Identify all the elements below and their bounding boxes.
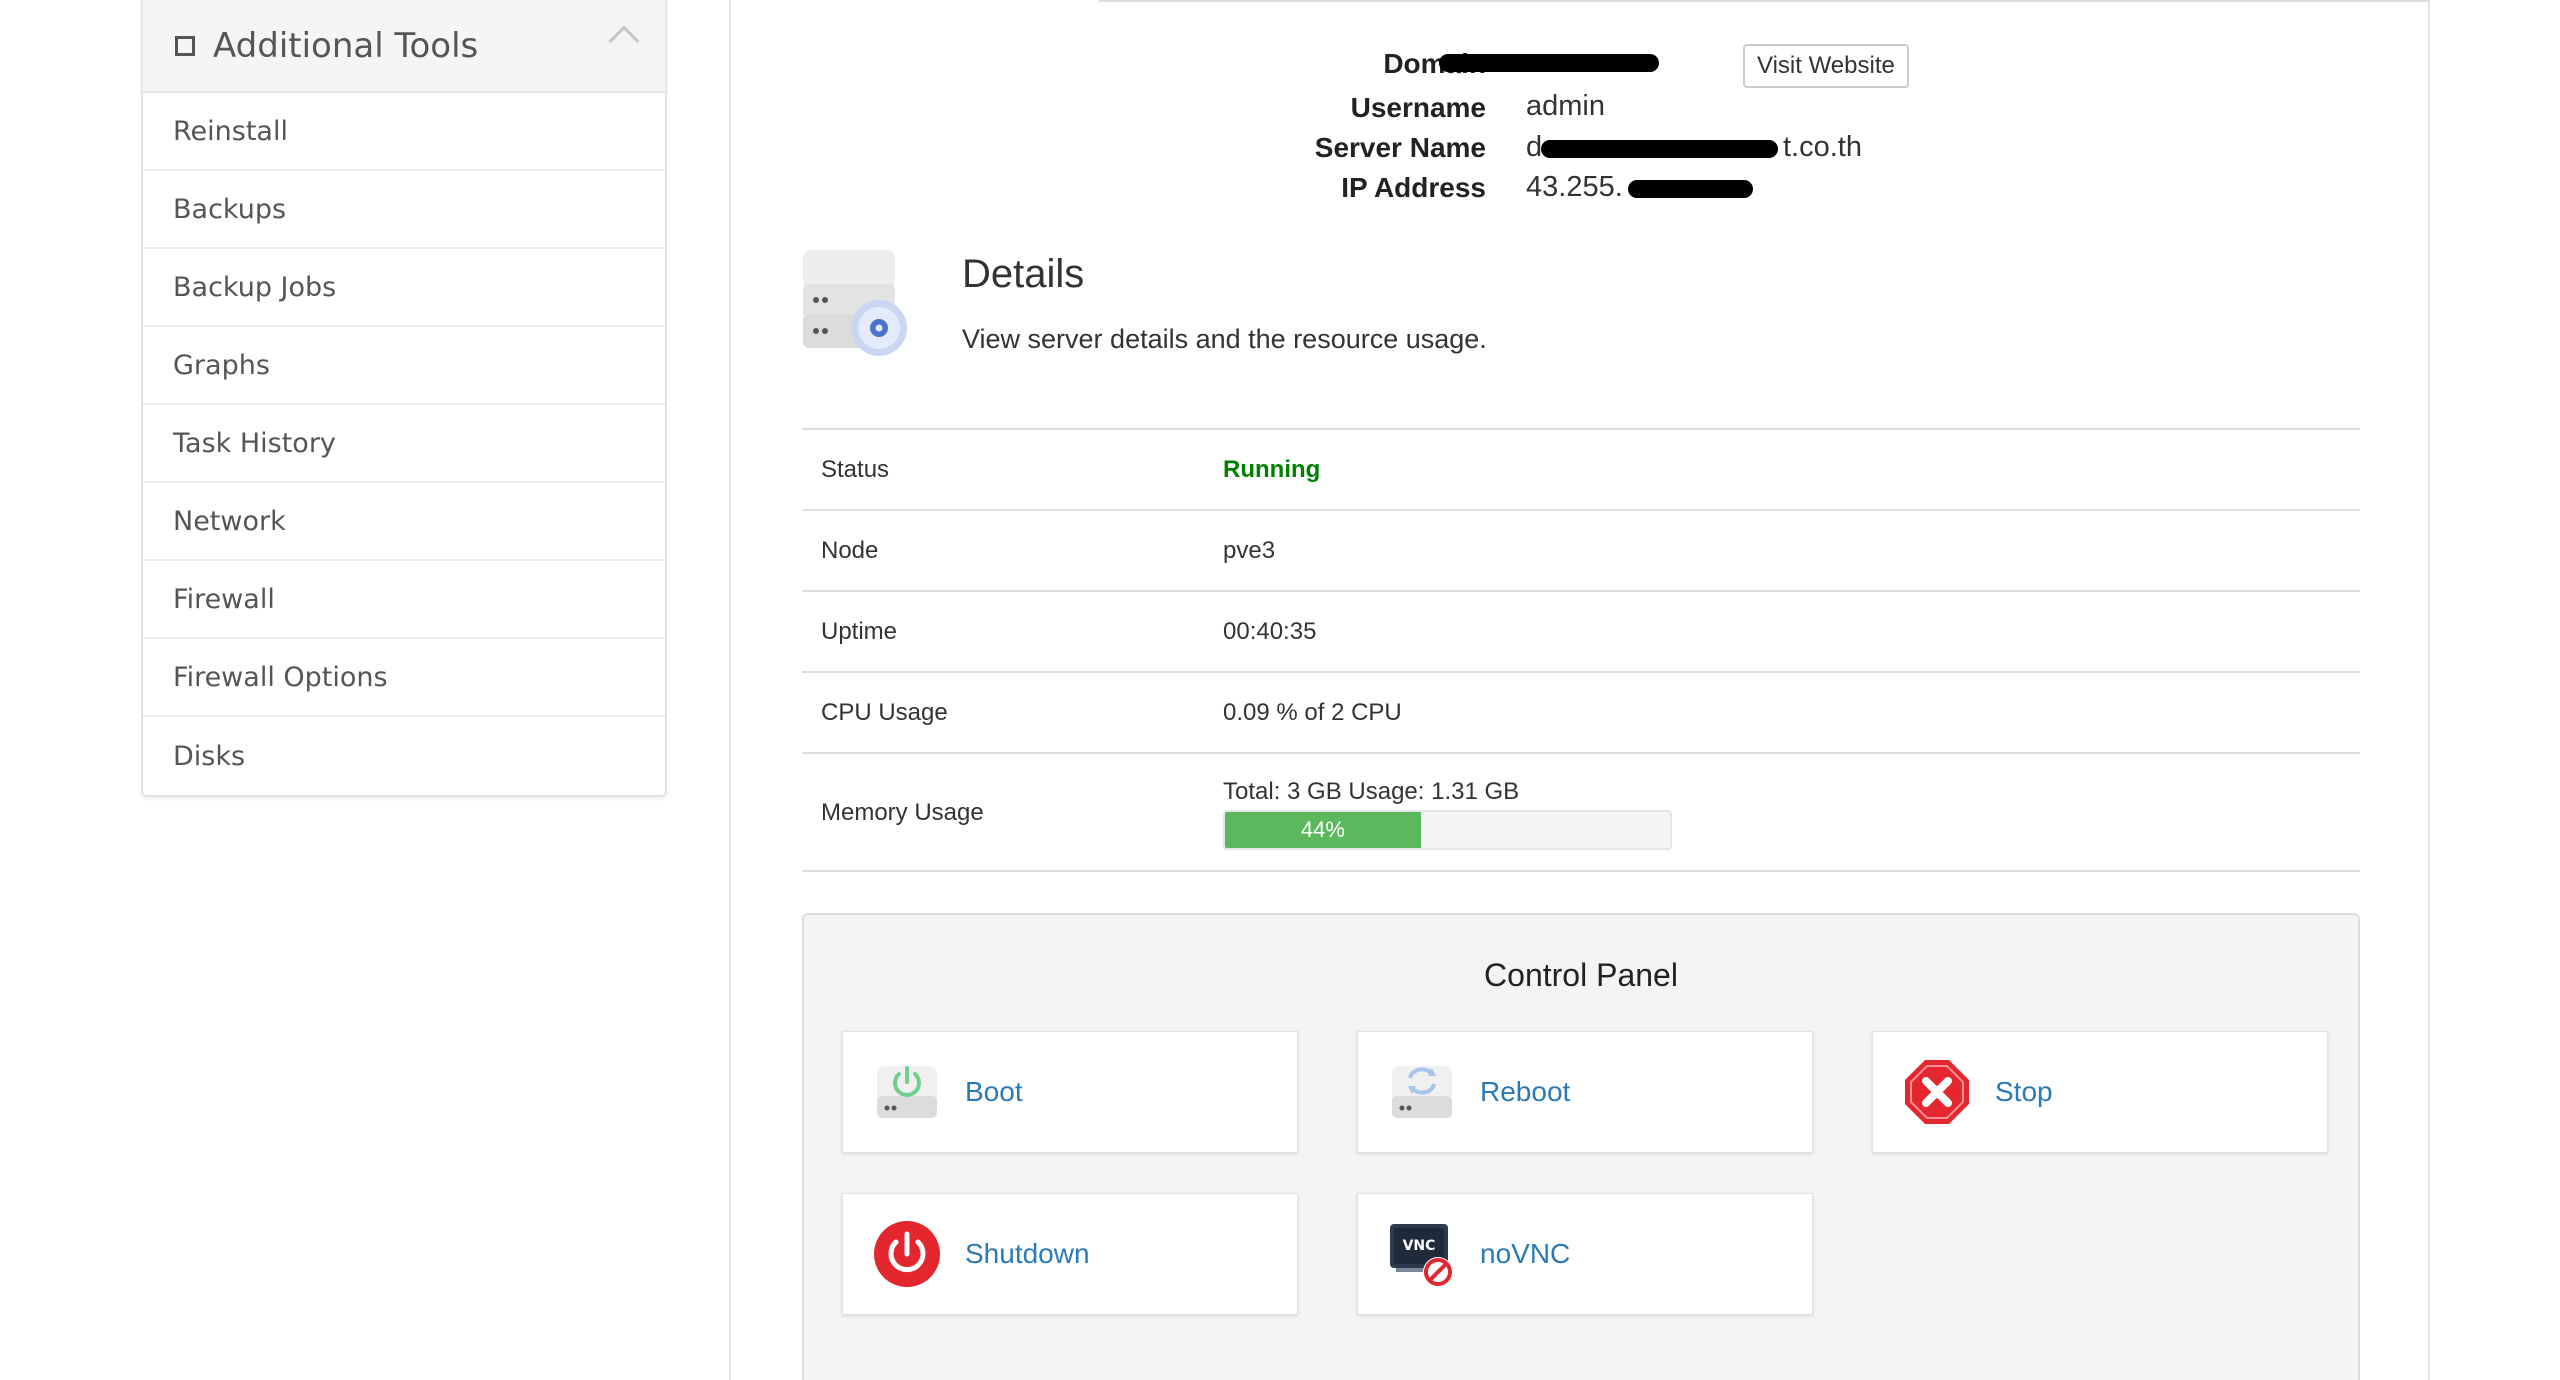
username-value: admin [1526, 90, 1605, 122]
sidebar-item-graphs[interactable]: Graphs [143, 327, 665, 405]
stop-icon [1905, 1060, 1969, 1124]
reboot-icon [1392, 1066, 1452, 1118]
stop-button[interactable]: Stop [1872, 1031, 2328, 1153]
memory-progress-bar: 44% [1223, 810, 1672, 850]
additional-tools-header[interactable]: Additional Tools [143, 0, 665, 93]
control-panel: Control Panel Boot Reboot Stop Shutdown … [802, 913, 2360, 1380]
stop-label: Stop [1995, 1076, 2053, 1107]
sidebar-item-reinstall[interactable]: Reinstall [143, 93, 665, 171]
tab-divider [1099, 0, 2430, 2]
additional-tools-panel: Additional Tools Reinstall Backups Backu… [141, 0, 667, 797]
boot-label: Boot [965, 1076, 1023, 1107]
node-value: pve3 [1223, 536, 1276, 564]
visit-website-button[interactable]: Visit Website [1743, 44, 1909, 88]
details-subtitle: View server details and the resource usa… [962, 324, 1487, 354]
sidebar-item-firewall[interactable]: Firewall [143, 561, 665, 639]
cpu-usage-value: 0.09 % of 2 CPU [1223, 698, 1402, 726]
server-name-label: Server Name [1314, 132, 1486, 163]
shutdown-label: Shutdown [965, 1238, 1090, 1269]
main-panel: Domain Visit Website Username admin Serv… [729, 0, 2430, 1380]
details-table: Status Running Node pve3 Uptime 00:40:35… [802, 428, 2360, 872]
shutdown-button[interactable]: Shutdown [842, 1193, 1298, 1315]
table-row: Uptime 00:40:35 [802, 590, 2360, 671]
boot-icon [877, 1066, 937, 1118]
table-row: CPU Usage 0.09 % of 2 CPU [802, 671, 2360, 752]
uptime-value: 00:40:35 [1223, 617, 1317, 645]
novnc-icon: VNC [1390, 1224, 1453, 1287]
boot-button[interactable]: Boot [842, 1031, 1298, 1153]
status-value: Running [1223, 455, 1321, 483]
redacted-ip [1628, 180, 1753, 198]
novnc-label: noVNC [1480, 1238, 1571, 1269]
table-row: Memory Usage Total: 3 GB Usage: 1.31 GB … [802, 752, 2360, 872]
username-label: Username [1350, 92, 1486, 123]
memory-progress-fill: 44% [1225, 812, 1421, 848]
uptime-label: Uptime [821, 617, 898, 645]
sidebar-item-disks[interactable]: Disks [143, 717, 665, 795]
sidebar-item-backup-jobs[interactable]: Backup Jobs [143, 249, 665, 327]
reboot-label: Reboot [1480, 1076, 1571, 1107]
shutdown-icon [874, 1221, 940, 1287]
server-name-suffix: t.co.th [1783, 131, 1862, 163]
sidebar-item-task-history[interactable]: Task History [143, 405, 665, 483]
cpu-usage-label: CPU Usage [821, 698, 948, 726]
status-label: Status [821, 455, 890, 483]
server-name-prefix: d [1526, 131, 1543, 163]
server-details-icon [803, 250, 907, 356]
ip-address-prefix: 43.255. [1526, 171, 1623, 203]
redacted-server-name [1541, 140, 1778, 158]
svg-text:VNC: VNC [1403, 1238, 1436, 1254]
memory-usage-text: Total: 3 GB Usage: 1.31 GB [1223, 778, 1520, 805]
square-icon [175, 35, 195, 56]
ip-address-label: IP Address [1341, 172, 1486, 203]
memory-usage-label: Memory Usage [821, 799, 984, 826]
sidebar-item-backups[interactable]: Backups [143, 171, 665, 249]
reboot-button[interactable]: Reboot [1357, 1031, 1813, 1153]
novnc-button[interactable]: VNC noVNC [1357, 1193, 1813, 1315]
additional-tools-title: Additional Tools [213, 25, 479, 66]
details-title: Details [962, 252, 1085, 296]
redacted-domain [1439, 54, 1659, 72]
control-panel-title: Control Panel [1484, 957, 1678, 993]
table-row: Status Running [802, 428, 2360, 509]
node-label: Node [821, 536, 879, 564]
sidebar-item-firewall-options[interactable]: Firewall Options [143, 639, 665, 717]
sidebar-item-network[interactable]: Network [143, 483, 665, 561]
chevron-up-icon[interactable] [608, 25, 640, 57]
table-row: Node pve3 [802, 509, 2360, 590]
